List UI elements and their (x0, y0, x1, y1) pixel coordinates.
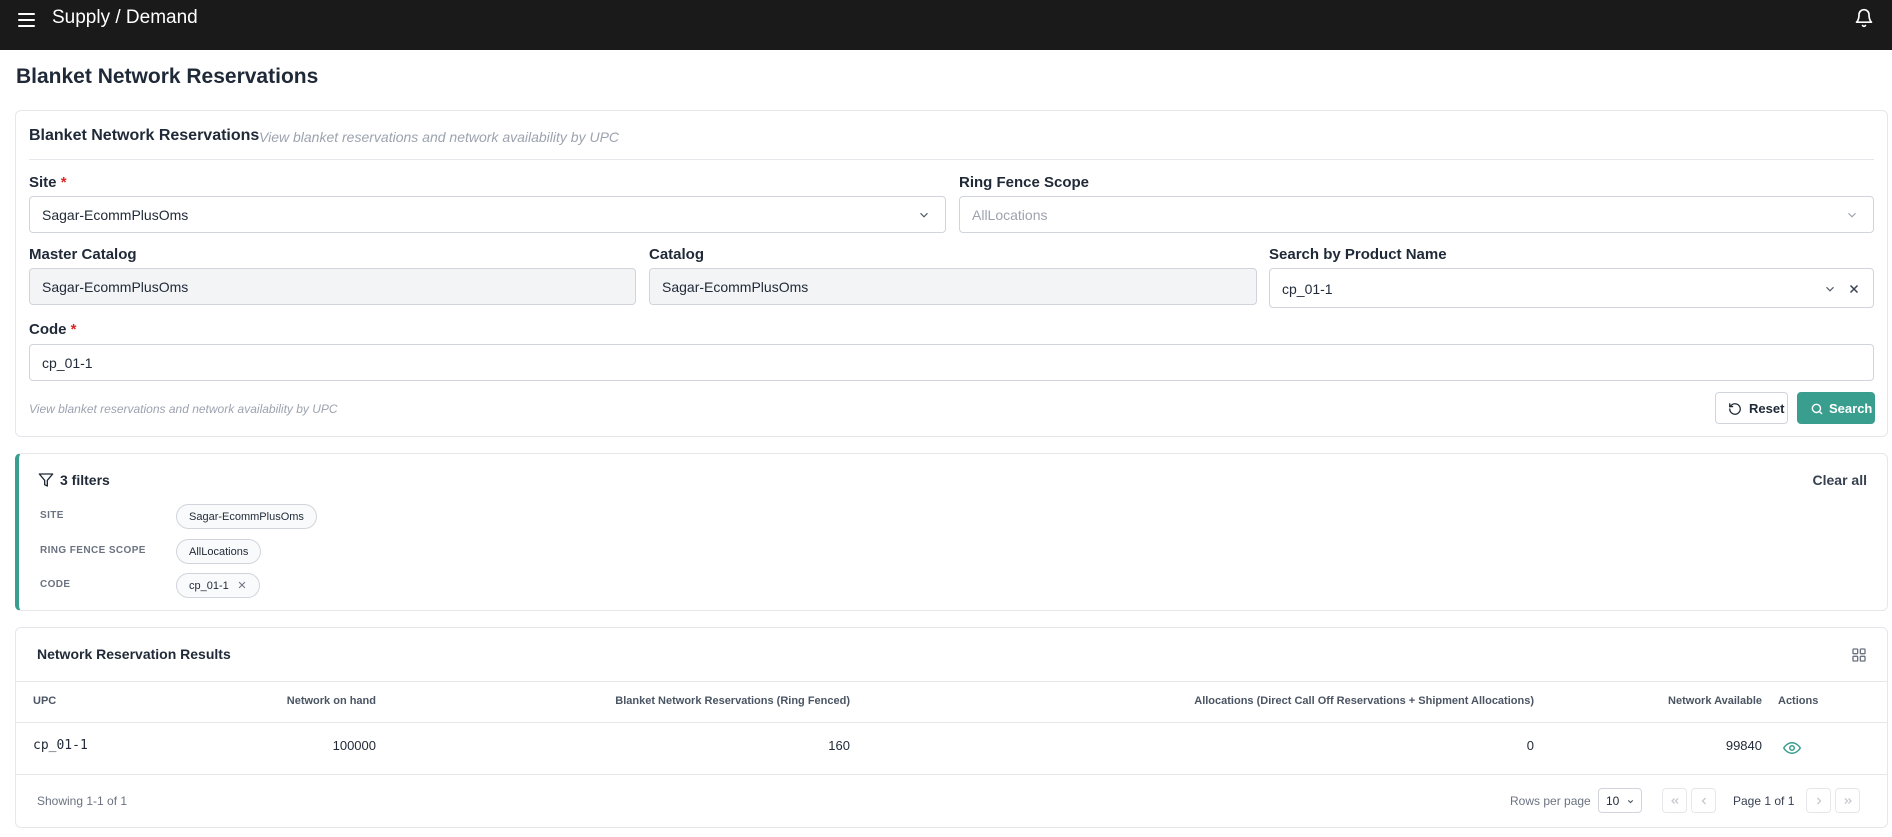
clear-icon[interactable] (1847, 282, 1861, 296)
cell-upc: cp_01-1 (33, 738, 88, 753)
cell-network-on-hand: 100000 (332, 738, 376, 753)
results-title: Network Reservation Results (37, 646, 231, 662)
form-subheader: View blanket reservations and network av… (259, 129, 620, 145)
ring-fence-scope-select[interactable]: AllLocations (959, 196, 1874, 233)
form-hint: View blanket reservations and network av… (29, 402, 338, 416)
chevron-down-icon[interactable] (1823, 282, 1837, 296)
page-indicator: Page 1 of 1 (1733, 794, 1795, 808)
master-catalog-label: Master Catalog (29, 246, 137, 263)
filter-label-ring-fence-scope: RING FENCE SCOPE (40, 545, 146, 556)
search-form-card: Blanket Network Reservations View blanke… (15, 110, 1888, 437)
master-catalog-field: Sagar-EcommPlusOms (29, 268, 636, 305)
app-title: Supply / Demand (52, 7, 198, 28)
column-header-network-available: Network Available (1668, 695, 1762, 707)
divider (16, 774, 1887, 775)
product-search-label: Search by Product Name (1269, 246, 1447, 263)
search-icon (1811, 403, 1823, 415)
search-button[interactable]: Search (1797, 392, 1875, 424)
first-page-button[interactable] (1662, 788, 1687, 813)
results-card: Network Reservation Results UPC Network … (15, 627, 1888, 828)
chevron-down-icon (1848, 212, 1856, 218)
column-header-blanket-reservations: Blanket Network Reservations (Ring Fence… (615, 695, 850, 707)
notification-bell-icon[interactable] (1854, 8, 1874, 28)
active-filters-card: 3 filters Clear all SITE Sagar-EcommPlus… (15, 453, 1888, 611)
catalog-label: Catalog (649, 246, 705, 263)
column-header-actions: Actions (1778, 695, 1819, 707)
product-search-select[interactable]: cp_01-1 (1269, 268, 1874, 308)
divider (29, 159, 1874, 160)
divider (16, 681, 1887, 682)
hamburger-menu-icon[interactable] (14, 8, 38, 32)
site-label: Site * (29, 174, 67, 191)
filter-chip-code: cp_01-1 (176, 573, 260, 598)
reset-button[interactable]: Reset (1715, 392, 1788, 424)
filter-count: 3 filters (60, 472, 110, 488)
remove-filter-icon[interactable] (237, 580, 247, 590)
chevrons-left-icon (1671, 798, 1679, 804)
filter-label-site: SITE (40, 510, 64, 521)
filter-icon (38, 473, 54, 487)
page-title: Blanket Network Reservations (16, 65, 319, 88)
rows-per-page-label: Rows per page (1510, 794, 1591, 808)
divider (16, 722, 1887, 723)
cell-blanket-reservations: 160 (828, 738, 850, 753)
previous-page-button[interactable] (1691, 788, 1716, 813)
chevron-down-icon (920, 212, 928, 218)
column-header-network-on-hand: Network on hand (286, 695, 376, 707)
code-label: Code * (29, 321, 77, 338)
chevron-down-icon (1627, 799, 1634, 804)
next-page-button[interactable] (1806, 788, 1831, 813)
column-header-allocations: Allocations (Direct Call Off Reservation… (1194, 695, 1534, 707)
pagination-summary: Showing 1-1 of 1 (37, 794, 128, 808)
eye-icon[interactable] (1783, 741, 1801, 755)
cell-allocations: 0 (1526, 738, 1534, 753)
chevrons-right-icon (1844, 798, 1852, 804)
top-app-bar: Supply / Demand (0, 0, 1892, 50)
column-header-upc: UPC (33, 695, 57, 707)
rows-per-page-select[interactable]: 10 (1598, 788, 1642, 813)
form-header: Blanket Network Reservations (29, 127, 260, 144)
grid-view-icon[interactable] (1851, 647, 1867, 663)
scope-label: Ring Fence Scope (959, 174, 1090, 191)
site-select[interactable]: Sagar-EcommPlusOms (29, 196, 946, 233)
filter-chip-ring-fence-scope: AllLocations (176, 539, 262, 564)
last-page-button[interactable] (1835, 788, 1860, 813)
chevron-right-icon (1817, 797, 1822, 805)
catalog-field: Sagar-EcommPlusOms (649, 268, 1257, 305)
filter-chip-site: Sagar-EcommPlusOms (176, 504, 317, 529)
clear-all-filters-button[interactable]: Clear all (1813, 472, 1867, 488)
code-input[interactable]: cp_01-1 (29, 344, 1874, 381)
chevron-left-icon (1701, 797, 1706, 805)
reset-icon (1729, 403, 1741, 415)
filter-label-code: CODE (40, 579, 71, 590)
cell-network-available: 99840 (1725, 738, 1762, 753)
